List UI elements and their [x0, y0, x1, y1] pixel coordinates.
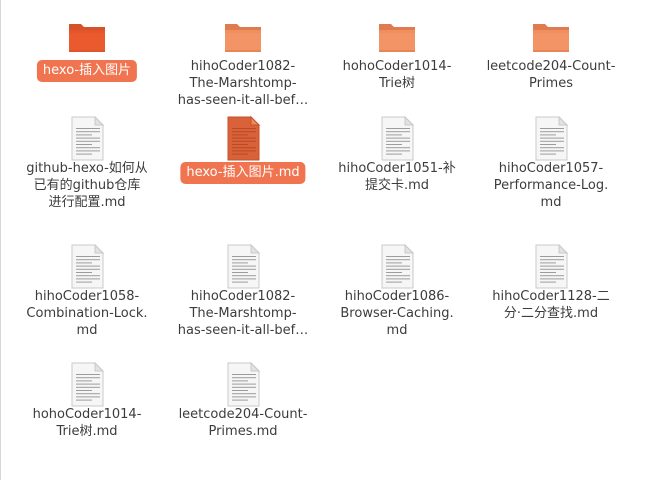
file-name-line: Primes [528, 76, 573, 91]
file-name-line: hihoCoder1051-补 [338, 161, 456, 176]
folder-name: hohoCoder1014- Trie树 [323, 58, 471, 92]
file-name: hihoCoder1058- Combination-Lock. md [13, 288, 161, 339]
file-name-line: md [540, 195, 562, 210]
file-item[interactable]: hohoCoder1014- Trie树.md [9, 350, 165, 465]
file-item[interactable]: github-hexo-如何从 已有的github仓库 进行配置.md [9, 104, 165, 219]
folder-item[interactable]: hihoCoder1082- The-Marshtomp-has-seen-it-… [165, 2, 321, 117]
file-name-line: 进行配置.md [48, 195, 126, 210]
file-item[interactable]: leetcode204-Count- Primes.md [165, 350, 321, 465]
file-name: hihoCoder1057- Performance-Log. md [477, 160, 625, 211]
file-item[interactable]: hexo-插入图片.md [165, 104, 321, 219]
file-name-line: hihoCoder1082- [190, 289, 296, 304]
document-icon [67, 360, 107, 408]
file-name-line: hohoCoder1014- [32, 407, 142, 422]
folder-item[interactable]: hohoCoder1014- Trie树 [319, 2, 475, 117]
folder-name: leetcode204-Count- Primes [477, 58, 625, 92]
file-item[interactable]: hihoCoder1051-补 提交卡.md [319, 104, 475, 219]
file-name-line: hihoCoder1128-二 [492, 289, 610, 304]
file-item[interactable]: hihoCoder1082- The-Marshtomp-has-seen-it-… [165, 232, 321, 347]
folder-item[interactable]: hexo-插入图片 [9, 2, 165, 117]
file-name-line: 分·二分查找.md [503, 306, 599, 321]
folder-name: hexo-插入图片 [36, 60, 138, 82]
document-icon [377, 114, 417, 162]
document-icon [223, 242, 263, 290]
document-icon [223, 360, 263, 408]
file-name: leetcode204-Count- Primes.md [169, 406, 317, 440]
document-icon [223, 114, 263, 162]
document-icon [67, 242, 107, 290]
file-name-line: md [386, 323, 408, 338]
file-name-line: hexo-插入图片.md [186, 165, 300, 180]
file-name-line: github-hexo-如何从 [26, 161, 148, 176]
file-name-line: hohoCoder1014- [342, 59, 452, 74]
file-name: hihoCoder1086- Browser-Caching. md [323, 288, 471, 339]
file-name-line: Primes.md [208, 424, 278, 439]
document-icon [531, 242, 571, 290]
file-name: hohoCoder1014- Trie树.md [13, 406, 161, 440]
file-name-line: leetcode204-Count- [486, 59, 616, 74]
file-name-line: hihoCoder1082- [190, 59, 296, 74]
file-manager-icon-view: hexo-插入图片 hihoCoder1082- The-Marshtomp-ha… [0, 0, 667, 480]
document-icon [67, 114, 107, 162]
file-item[interactable]: hihoCoder1058- Combination-Lock. md [9, 232, 165, 347]
file-name-line: hihoCoder1086- [344, 289, 450, 304]
folder-item[interactable]: leetcode204-Count- Primes [473, 2, 629, 117]
file-name: hihoCoder1128-二 分·二分查找.md [477, 288, 625, 322]
file-name-line: 提交卡.md [364, 178, 430, 193]
file-name-line: Trie树.md [56, 424, 118, 439]
file-name-line: Combination-Lock. [26, 306, 148, 321]
folder-icon [223, 12, 263, 60]
file-name-line: hihoCoder1057- [498, 161, 604, 176]
file-name-line: hexo-插入图片 [42, 63, 132, 78]
file-name-line: Performance-Log. [493, 178, 609, 193]
file-name-line: md [76, 323, 98, 338]
file-item[interactable]: hihoCoder1086- Browser-Caching. md [319, 232, 475, 347]
file-name: github-hexo-如何从 已有的github仓库 进行配置.md [13, 160, 161, 211]
file-name: hihoCoder1082- The-Marshtomp-has-seen-it-… [169, 288, 317, 339]
file-name: hexo-插入图片.md [180, 162, 306, 184]
folder-name: hihoCoder1082- The-Marshtomp-has-seen-it-… [169, 58, 317, 109]
file-name-line: hihoCoder1058- [34, 289, 140, 304]
file-name-line: has-seen-it-all-bef… [177, 323, 309, 338]
file-name: hihoCoder1051-补 提交卡.md [323, 160, 471, 194]
file-item[interactable]: hihoCoder1057- Performance-Log. md [473, 104, 629, 219]
file-name-line: The-Marshtomp- [189, 76, 297, 91]
folder-icon [531, 12, 571, 60]
file-grid: hexo-插入图片 hihoCoder1082- The-Marshtomp-ha… [1, 0, 667, 480]
folder-icon [377, 12, 417, 60]
document-icon [531, 114, 571, 162]
document-icon [377, 242, 417, 290]
file-name-line: 已有的github仓库 [33, 178, 141, 193]
file-name-line: leetcode204-Count- [178, 407, 308, 422]
file-name-line: The-Marshtomp- [189, 306, 297, 321]
folder-icon [67, 12, 107, 60]
file-name-line: Trie树 [379, 76, 415, 91]
file-name-line: Browser-Caching. [340, 306, 454, 321]
file-item[interactable]: hihoCoder1128-二 分·二分查找.md [473, 232, 629, 347]
